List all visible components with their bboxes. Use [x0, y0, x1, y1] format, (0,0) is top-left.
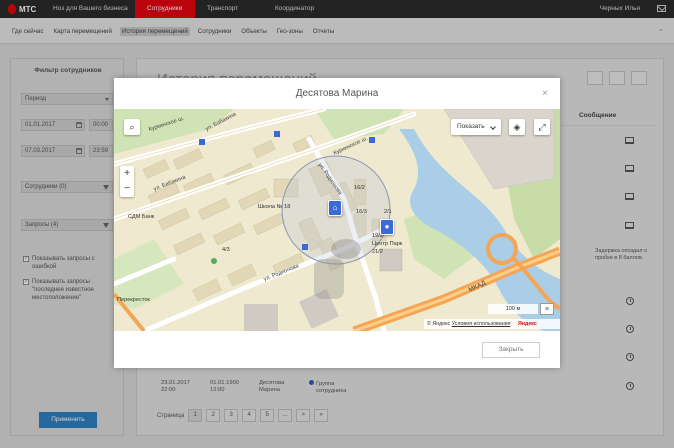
modal-title: Десятова Марина: [295, 88, 379, 99]
poi-label: Центр Парк: [372, 241, 403, 247]
poi-label: Школа № 18: [258, 204, 291, 210]
house-number: 16/3: [356, 209, 367, 215]
poi-label: СДМ Банк: [128, 214, 155, 220]
zoom-in-button[interactable]: +: [120, 166, 134, 181]
fullscreen-icon[interactable]: ⤢: [534, 119, 550, 135]
map-canvas: [114, 109, 560, 331]
map-scale: 100 м: [488, 304, 538, 314]
layers-icon[interactable]: ◈: [509, 119, 525, 135]
close-button[interactable]: Закрыть: [482, 342, 540, 358]
house-number: 2/1: [384, 209, 392, 215]
location-modal: Десятова Марина × Куркинское ш. ул. Баба…: [114, 78, 560, 368]
employee-location-marker[interactable]: ⌂: [328, 200, 342, 216]
copyright-text: © Яндекс: [427, 321, 451, 327]
house-number: 21/2: [372, 249, 383, 255]
close-icon[interactable]: ×: [542, 88, 548, 99]
map-copyright: © Яндекс Условия использования Яндекс: [424, 319, 560, 329]
zoom-out-button[interactable]: −: [120, 181, 134, 196]
terms-link[interactable]: Условия использования: [452, 321, 511, 327]
map-search-icon[interactable]: ⌕: [124, 119, 140, 135]
yandex-logo: Яндекс: [517, 321, 537, 327]
zoom-control: + −: [120, 166, 134, 197]
location-pin-icon[interactable]: ●: [380, 219, 394, 235]
poi-label: Перекресток: [117, 297, 150, 303]
house-number: 4/3: [222, 247, 230, 253]
show-dropdown[interactable]: Показать: [451, 119, 501, 135]
map[interactable]: Куркинское ш. ул. Бабакина Куркинское ш.…: [114, 109, 560, 331]
ruler-icon[interactable]: ⊞: [540, 303, 554, 315]
house-number: 16/2: [354, 185, 365, 191]
